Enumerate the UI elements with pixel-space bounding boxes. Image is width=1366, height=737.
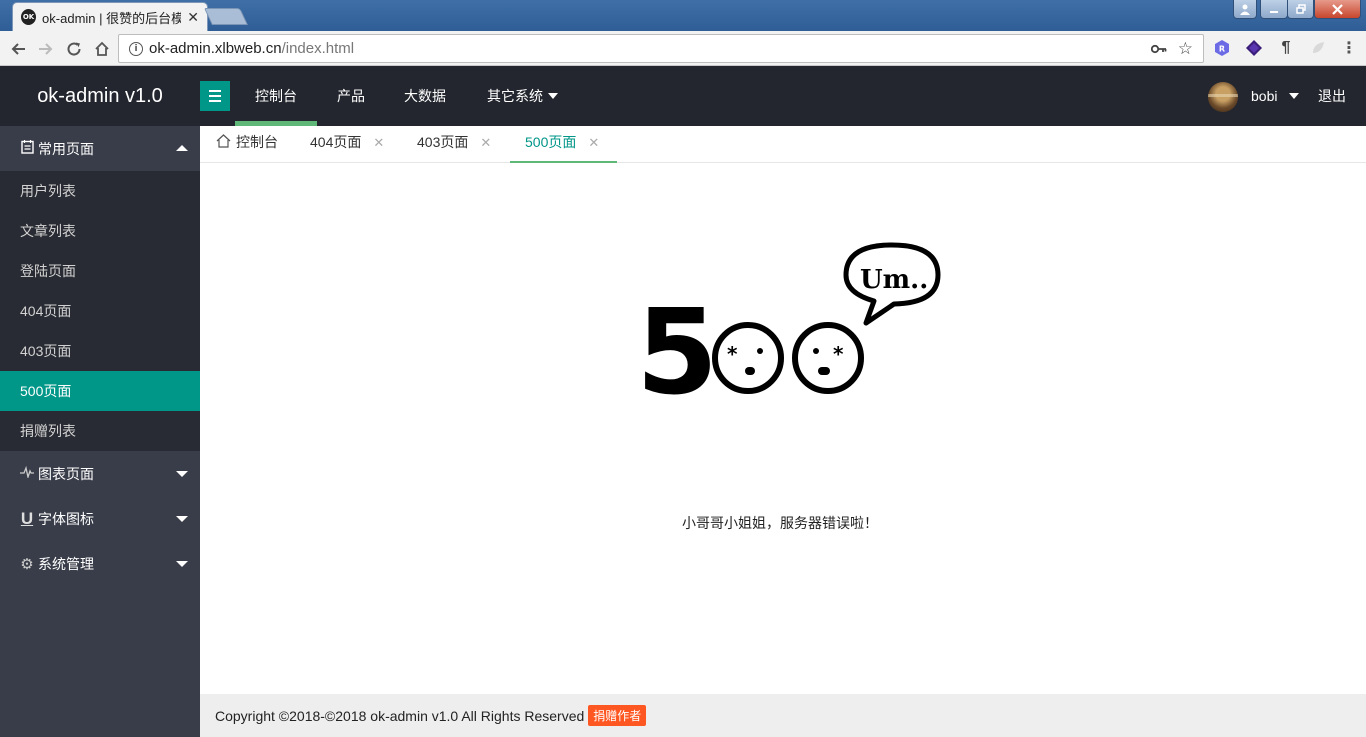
- chevron-up-icon: [176, 145, 188, 151]
- brand-logo[interactable]: ok-admin v1.0: [0, 66, 200, 126]
- svg-text:R: R: [1219, 45, 1225, 54]
- tab-label: 500页面: [525, 134, 577, 150]
- reload-icon[interactable]: [62, 37, 86, 61]
- address-bar[interactable]: i ok-admin.xlbweb.cn/index.html ☆: [118, 34, 1204, 63]
- sidebar-item-article-list[interactable]: 文章列表: [0, 211, 200, 251]
- face-right-icon: *: [792, 322, 864, 394]
- extension-leaf-icon[interactable]: [1309, 39, 1327, 57]
- error-500-illustration: 5 * * Um..: [636, 242, 941, 401]
- underline-icon: U: [20, 508, 34, 528]
- logout-link[interactable]: 退出: [1318, 66, 1346, 126]
- gear-icon: ⚙: [20, 555, 34, 573]
- sidebar-item-user-list[interactable]: 用户列表: [0, 171, 200, 211]
- extension-pilcrow-icon[interactable]: ¶: [1277, 39, 1295, 57]
- tab-500[interactable]: 500页面 ✕: [510, 126, 617, 163]
- error-code-text: 5: [636, 283, 718, 401]
- nav-dashboard[interactable]: 控制台9: [235, 66, 317, 166]
- copyright-text: Copyright ©2018-©2018 ok-admin v1.0 All …: [215, 707, 585, 724]
- new-tab-button[interactable]: [204, 8, 248, 25]
- sidebar-item-404-page[interactable]: 404页面: [0, 291, 200, 331]
- tab-label: 404页面: [310, 134, 362, 150]
- extension-cube-icon[interactable]: [1245, 39, 1263, 57]
- nav-products[interactable]: 产品: [337, 66, 365, 126]
- home-icon[interactable]: [90, 37, 114, 61]
- minimize-button[interactable]: [1260, 0, 1288, 19]
- sidebar: 常用页面 用户列表 文章列表 登陆页面 404页面 403页面 500页面 捐赠…: [0, 126, 200, 737]
- chevron-down-icon: [548, 93, 558, 100]
- nav-bigdata[interactable]: 大数据: [404, 66, 446, 126]
- sidebar-group-charts[interactable]: 图表页面: [0, 451, 200, 496]
- main-content: 5 * * Um.. 小哥哥小姐姐，服务器错误啦！: [200, 163, 1366, 694]
- favicon-icon: OK: [21, 9, 37, 25]
- browser-titlebar: OK ok-admin | 很赞的后台模 ✕: [0, 0, 1366, 31]
- sidebar-item-login-page[interactable]: 登陆页面: [0, 251, 200, 291]
- profile-icon[interactable]: [1233, 0, 1257, 19]
- bookmark-star-icon[interactable]: ☆: [1178, 39, 1193, 59]
- nav-other-label: 其它系统: [487, 88, 543, 104]
- chevron-down-icon: [176, 516, 188, 522]
- close-icon[interactable]: ✕: [588, 135, 599, 150]
- sidebar-group-label: 常用页面: [38, 140, 94, 157]
- browser-menu-icon[interactable]: ⋮: [1340, 39, 1358, 57]
- sidebar-group-label: 字体图标: [38, 510, 94, 527]
- document-icon: [20, 140, 34, 157]
- svg-text:*: *: [833, 342, 844, 366]
- browser-tab-title: ok-admin | 很赞的后台模: [42, 10, 182, 26]
- speech-bubble-icon: Um..: [843, 242, 941, 326]
- tab-dashboard[interactable]: 控制台: [216, 126, 278, 162]
- forward-icon[interactable]: [34, 37, 58, 61]
- tab-403[interactable]: 403页面 ✕: [417, 126, 491, 162]
- maximize-button[interactable]: [1287, 0, 1314, 19]
- page-tab-bar: 控制台 404页面 ✕ 403页面 ✕ 500页面 ✕: [200, 126, 1366, 163]
- address-url: ok-admin.xlbweb.cn/index.html: [149, 40, 355, 57]
- sidebar-item-500-page[interactable]: 500页面: [0, 371, 200, 411]
- sidebar-group-label: 系统管理: [38, 555, 94, 572]
- footer: Copyright ©2018-©2018 ok-admin v1.0 All …: [200, 694, 1366, 737]
- home-icon: [216, 127, 231, 159]
- error-message: 小哥哥小姐姐，服务器错误啦！: [682, 515, 878, 531]
- extension-r-icon[interactable]: R: [1213, 39, 1231, 57]
- sidebar-group-common[interactable]: 常用页面: [0, 126, 200, 171]
- user-menu-chevron-icon[interactable]: [1289, 93, 1299, 99]
- user-name[interactable]: bobi: [1251, 66, 1277, 126]
- tab-label: 403页面: [417, 134, 469, 150]
- sidebar-item-donation-list[interactable]: 捐赠列表: [0, 411, 200, 451]
- nav-other-systems[interactable]: 其它系统: [487, 66, 558, 126]
- sidebar-subnav: 用户列表 文章列表 登陆页面 404页面 403页面 500页面 捐赠列表: [0, 171, 200, 451]
- chevron-down-icon: [176, 471, 188, 477]
- site-info-icon[interactable]: i: [129, 41, 143, 56]
- pulse-icon: [20, 465, 34, 481]
- tab-404[interactable]: 404页面 ✕: [310, 126, 384, 162]
- key-icon[interactable]: [1150, 41, 1167, 57]
- sidebar-group-label: 图表页面: [38, 465, 94, 482]
- sidebar-item-403-page[interactable]: 403页面: [0, 331, 200, 371]
- back-icon[interactable]: [6, 37, 30, 61]
- close-icon[interactable]: ✕: [480, 135, 491, 150]
- avatar[interactable]: [1208, 82, 1238, 112]
- close-icon[interactable]: ✕: [373, 135, 384, 150]
- sidebar-group-system[interactable]: ⚙ 系统管理: [0, 541, 200, 586]
- browser-toolbar: i ok-admin.xlbweb.cn/index.html ☆ R ¶ ⋮: [0, 31, 1366, 66]
- close-window-button[interactable]: [1314, 0, 1361, 19]
- nav-dashboard-label: 控制台: [255, 88, 297, 104]
- menu-toggle-icon[interactable]: [200, 81, 230, 111]
- chevron-down-icon: [176, 561, 188, 567]
- tab-label: 控制台: [236, 134, 278, 150]
- app-header: ok-admin v1.0 控制台9 产品 大数据 其它系统 bobi 退出: [0, 66, 1366, 166]
- bubble-text: Um..: [860, 265, 928, 295]
- svg-text:*: *: [727, 342, 738, 366]
- donate-author-button[interactable]: 捐赠作者: [588, 705, 647, 726]
- browser-tab[interactable]: OK ok-admin | 很赞的后台模 ✕: [12, 2, 208, 31]
- sidebar-group-font-icons[interactable]: U 字体图标: [0, 496, 200, 541]
- close-tab-icon[interactable]: ✕: [187, 9, 199, 26]
- face-left-icon: *: [712, 322, 784, 394]
